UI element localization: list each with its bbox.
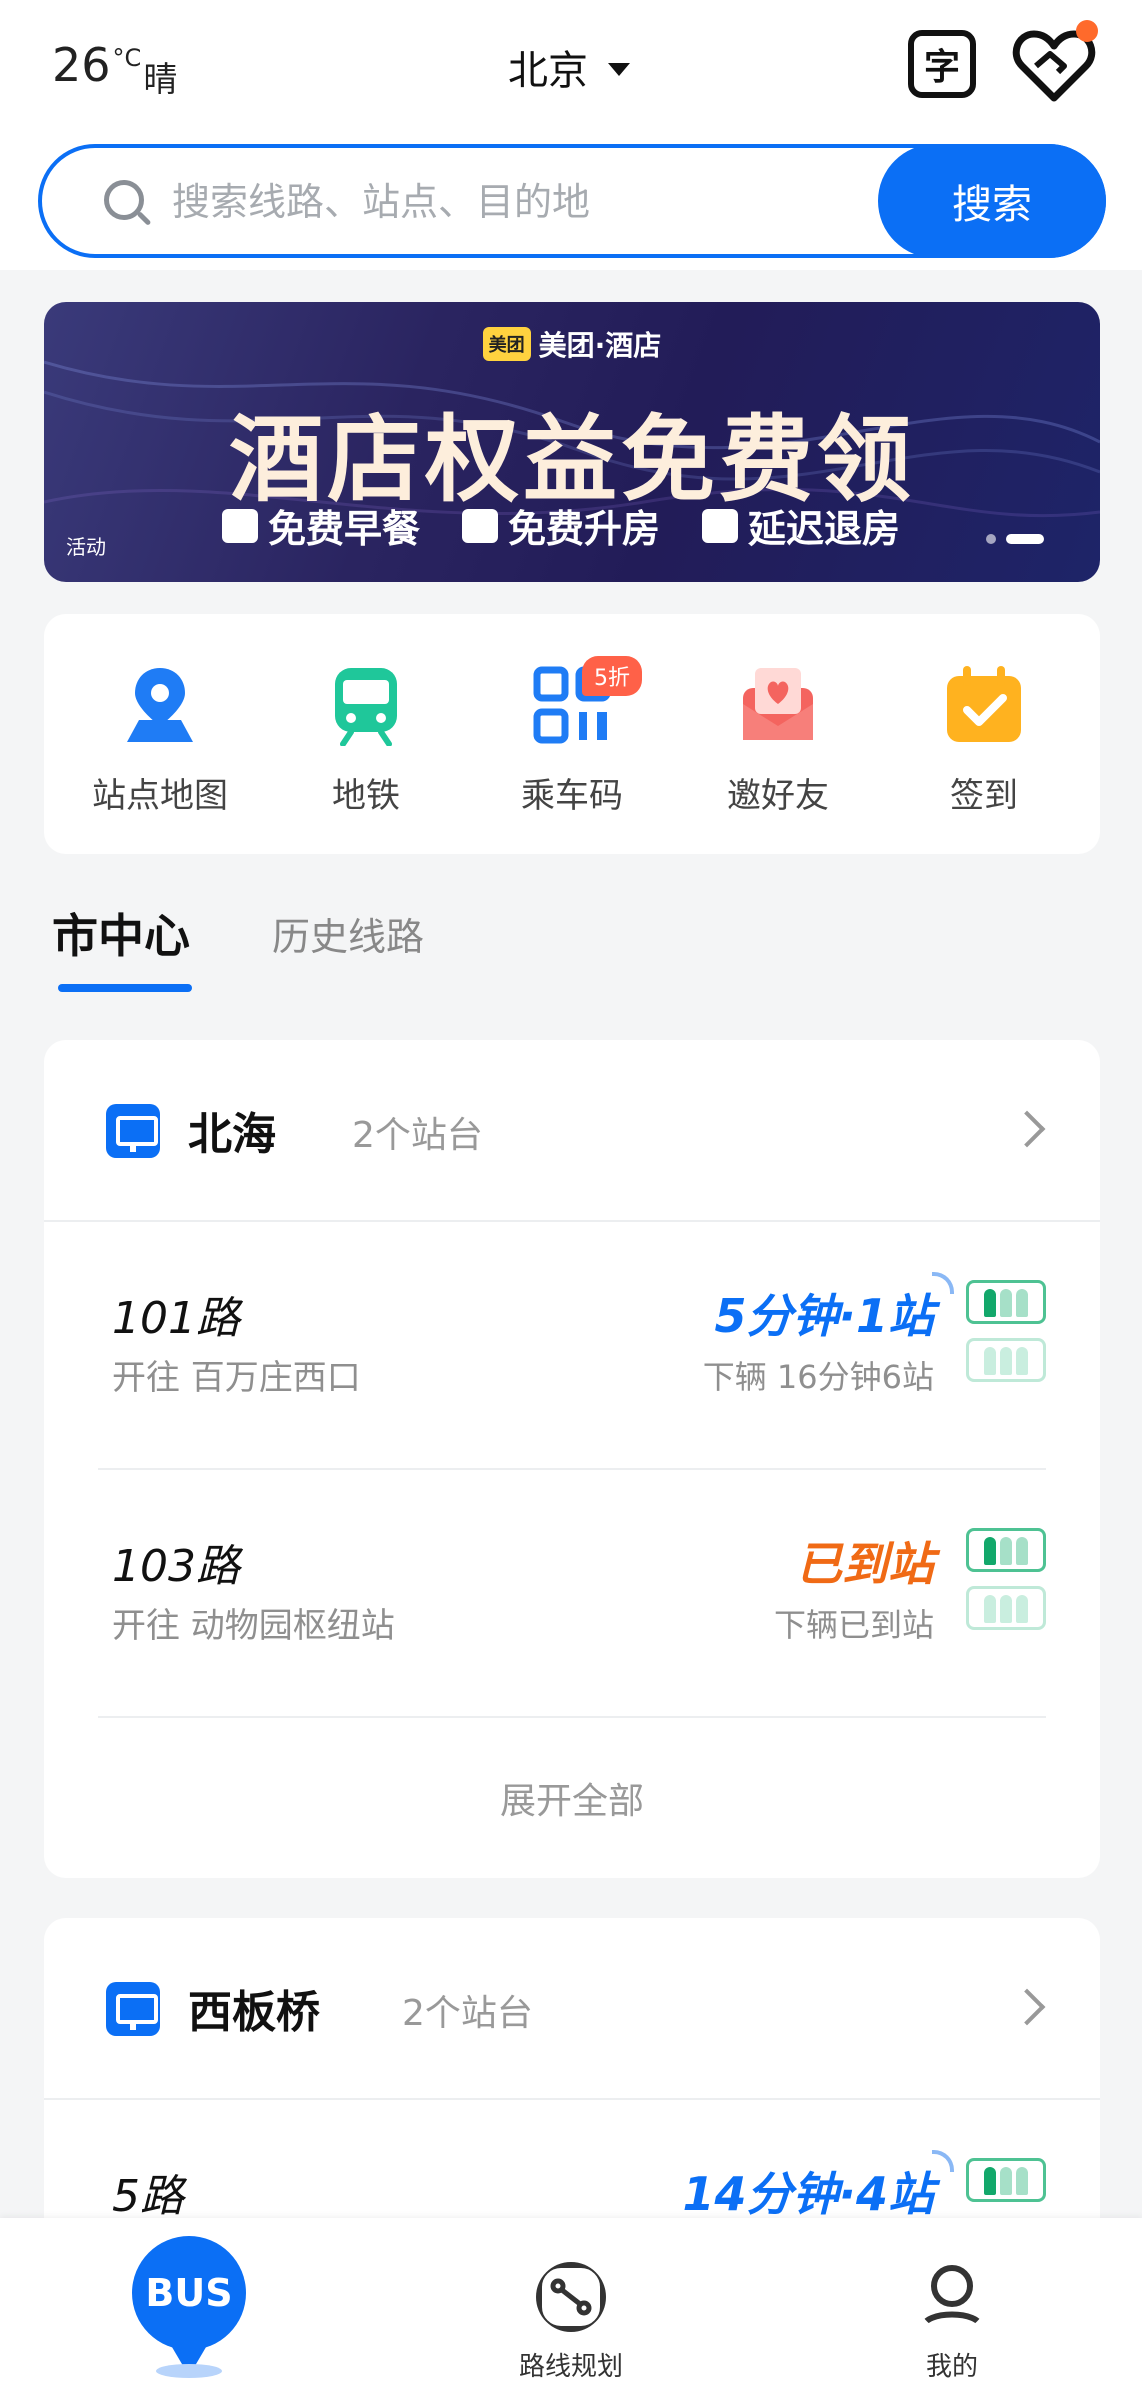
- route-direction: 开往 百万庄西口: [112, 1358, 361, 1398]
- subway-icon: [335, 668, 397, 746]
- meituan-logo: 美团: [482, 327, 531, 361]
- weather-widget[interactable]: 26 °C 晴: [52, 38, 177, 101]
- station-card: 北海 2个站台 101路 开往 百万庄西口 5分钟·1站 下辆 16分钟6站 1…: [44, 1040, 1100, 1878]
- quick-actions: 站点地图 地铁 5折 乘车码 邀好友 签到: [44, 614, 1100, 854]
- text-scan-icon[interactable]: 字: [908, 30, 976, 98]
- bottom-navigation: BUS 路线规划 我的: [0, 2218, 1142, 2400]
- map-pin-icon: [127, 668, 193, 742]
- next-crowd-level-icon: [966, 1586, 1046, 1630]
- perk-label: 免费升房: [508, 507, 661, 551]
- realtime-signal-icon: [932, 1272, 954, 1294]
- nav-route-plan[interactable]: 路线规划: [491, 2262, 651, 2383]
- station-header[interactable]: 北海 2个站台: [44, 1040, 1100, 1222]
- perk-item: 延迟退房: [702, 498, 900, 553]
- banner-brand: 美团 美团·酒店: [44, 324, 1100, 364]
- route-row[interactable]: 103路 开往 动物园枢纽站 已到站 下辆已到站: [98, 1470, 1046, 1718]
- route-eta: 14分钟·4站: [682, 2167, 935, 2221]
- carousel-indicator: [986, 534, 1044, 544]
- temperature: 26: [52, 38, 111, 92]
- carousel-dot-active: [1006, 534, 1044, 544]
- quick-action-label: 站点地图: [92, 776, 228, 816]
- weather-condition: 晴: [143, 60, 178, 100]
- next-bus-info: 下辆 16分钟6站: [702, 1358, 934, 1396]
- scan-icon-glyph: 字: [923, 47, 960, 88]
- user-profile-icon: [920, 2265, 984, 2331]
- nav-label: 路线规划: [518, 2352, 623, 2382]
- expand-all-button[interactable]: 展开全部: [44, 1718, 1100, 1878]
- promo-banner[interactable]: 美团 美团·酒店 酒店权益免费领 免费早餐 免费升房 延迟退房 活动: [44, 302, 1100, 582]
- search-bar: 搜索: [38, 144, 1106, 258]
- late-checkout-icon: [702, 508, 739, 543]
- invite-envelope-icon: [743, 668, 813, 740]
- app-root: 26 °C 晴 北京 字 搜索线路、站点、目的地 搜索 美团 美团·酒店 酒店权…: [0, 0, 1142, 2400]
- nav-label: 我的: [925, 2352, 978, 2382]
- station-name: 西板桥: [188, 1987, 320, 2038]
- crowd-level-icon: [966, 1280, 1046, 1324]
- calendar-check-icon: [947, 666, 1021, 742]
- route-eta: 5分钟·1站: [714, 1289, 935, 1343]
- perk-label: 延迟退房: [748, 507, 901, 551]
- bus-pin-label: BUS: [145, 2271, 233, 2315]
- search-icon: [104, 180, 144, 220]
- route-name: 103路: [112, 1541, 240, 1592]
- quick-action-label: 签到: [950, 776, 1018, 816]
- quick-action-station-map[interactable]: 站点地图: [62, 664, 258, 854]
- favorites-heart-icon[interactable]: [1012, 20, 1098, 104]
- quick-action-invite[interactable]: 邀好友: [680, 664, 876, 854]
- bus-pin-shadow: [156, 2364, 222, 2378]
- tab-history-routes[interactable]: 历史线路: [272, 906, 424, 961]
- station-name: 北海: [188, 1109, 276, 1160]
- temperature-unit: °C: [112, 44, 142, 72]
- discount-badge: 5折: [582, 656, 642, 696]
- route-name: 101路: [112, 1293, 240, 1344]
- nav-mine[interactable]: 我的: [872, 2262, 1032, 2383]
- route-direction: 开往 动物园枢纽站: [112, 1606, 395, 1646]
- banner-perks: 免费早餐 免费升房 延迟退房: [222, 498, 900, 553]
- next-crowd-level-icon: [966, 1338, 1046, 1382]
- carousel-dot: [986, 534, 996, 544]
- quick-action-subway[interactable]: 地铁: [268, 664, 464, 854]
- platform-count: 2个站台: [402, 1993, 533, 2034]
- chevron-right-icon: [1008, 1988, 1046, 2026]
- chevron-right-icon: [1008, 1110, 1046, 1148]
- bus-stop-icon: [106, 1104, 160, 1158]
- dropdown-arrow-icon: [608, 62, 630, 76]
- search-input[interactable]: [172, 170, 772, 234]
- realtime-signal-icon: [932, 2150, 954, 2172]
- upgrade-house-icon: [462, 508, 499, 543]
- perk-item: 免费早餐: [222, 498, 420, 553]
- search-button[interactable]: 搜索: [878, 144, 1106, 258]
- city-name: 北京: [508, 48, 588, 94]
- quick-action-label: 地铁: [332, 776, 400, 816]
- quick-action-label: 乘车码: [521, 776, 623, 816]
- quick-action-label: 邀好友: [727, 776, 829, 816]
- city-selector[interactable]: 北京: [508, 38, 630, 96]
- header: 26 °C 晴 北京 字 搜索: [0, 0, 1142, 270]
- quick-action-ride-code[interactable]: 5折 乘车码: [474, 656, 670, 854]
- route-plan-icon: [536, 2262, 606, 2332]
- perk-label: 免费早餐: [268, 507, 421, 551]
- route-row[interactable]: 101路 开往 百万庄西口 5分钟·1站 下辆 16分钟6站: [98, 1222, 1046, 1470]
- nav-bus-home[interactable]: BUS: [132, 2236, 246, 2376]
- perk-item: 免费升房: [462, 498, 660, 553]
- station-header[interactable]: 西板桥 2个站台: [44, 1918, 1100, 2100]
- banner-tag: 活动: [66, 535, 106, 559]
- banner-brand-text: 美团·酒店: [538, 329, 662, 362]
- tab-city-center[interactable]: 市中心: [52, 900, 190, 966]
- crowd-level-icon: [966, 2158, 1046, 2202]
- notification-dot: [1076, 20, 1098, 42]
- crowd-level-icon: [966, 1528, 1046, 1572]
- platform-count: 2个站台: [352, 1115, 483, 1156]
- route-eta: 已到站: [796, 1537, 934, 1591]
- quick-action-checkin[interactable]: 签到: [886, 664, 1082, 854]
- active-tab-indicator: [58, 984, 192, 992]
- breakfast-icon: [222, 508, 258, 543]
- bus-stop-icon: [106, 1982, 160, 2036]
- next-bus-info: 下辆已到站: [773, 1606, 934, 1644]
- route-name: 5路: [112, 2171, 184, 2222]
